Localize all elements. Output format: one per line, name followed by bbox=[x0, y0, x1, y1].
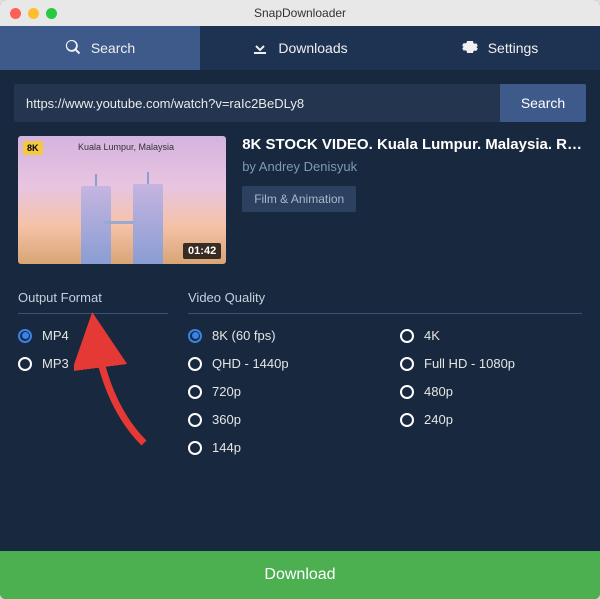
radio-icon bbox=[18, 357, 32, 371]
resolution-badge: 8K bbox=[23, 141, 43, 155]
tab-settings-label: Settings bbox=[488, 40, 539, 56]
quality-option[interactable]: 144p bbox=[188, 440, 370, 455]
minimize-icon[interactable] bbox=[28, 8, 39, 19]
radio-icon bbox=[18, 329, 32, 343]
format-header: Output Format bbox=[18, 290, 168, 314]
quality-option[interactable]: 4K bbox=[400, 328, 582, 343]
quality-option[interactable]: 720p bbox=[188, 384, 370, 399]
format-list: MP4 MP3 bbox=[18, 328, 168, 371]
app-title: SnapDownloader bbox=[0, 6, 600, 20]
quality-label: Full HD - 1080p bbox=[424, 356, 515, 371]
quality-col-1: 8K (60 fps) QHD - 1440p 720p 360p 144p bbox=[188, 328, 370, 455]
gear-icon bbox=[462, 39, 478, 58]
video-thumbnail[interactable]: 8K Kuala Lumpur, Malaysia 01:42 bbox=[18, 136, 226, 264]
quality-label: 4K bbox=[424, 328, 440, 343]
download-button[interactable]: Download bbox=[0, 551, 600, 599]
quality-label: 240p bbox=[424, 412, 453, 427]
quality-option[interactable]: QHD - 1440p bbox=[188, 356, 370, 371]
app-window: SnapDownloader Search Downloads Settings… bbox=[0, 0, 600, 599]
search-button[interactable]: Search bbox=[500, 84, 586, 122]
radio-icon bbox=[400, 329, 414, 343]
search-icon bbox=[65, 39, 81, 58]
quality-label: 720p bbox=[212, 384, 241, 399]
url-input[interactable] bbox=[14, 84, 500, 122]
options-panel: Output Format MP4 MP3 Video Quality 8K (6… bbox=[0, 276, 600, 455]
quality-label: 360p bbox=[212, 412, 241, 427]
radio-icon bbox=[188, 385, 202, 399]
quality-grid: 8K (60 fps) QHD - 1440p 720p 360p 144p 4K Ful… bbox=[188, 328, 582, 455]
window-controls bbox=[10, 8, 57, 19]
video-category[interactable]: Film & Animation bbox=[242, 186, 356, 212]
format-option[interactable]: MP4 bbox=[18, 328, 168, 343]
format-label: MP4 bbox=[42, 328, 69, 343]
titlebar: SnapDownloader bbox=[0, 0, 600, 26]
quality-label: 144p bbox=[212, 440, 241, 455]
tab-settings[interactable]: Settings bbox=[400, 26, 600, 70]
video-result: 8K Kuala Lumpur, Malaysia 01:42 8K STOCK… bbox=[0, 136, 600, 276]
quality-col-2: 4K Full HD - 1080p 480p 240p bbox=[400, 328, 582, 455]
output-format-section: Output Format MP4 MP3 bbox=[18, 290, 168, 455]
quality-option[interactable]: 480p bbox=[400, 384, 582, 399]
quality-option[interactable]: Full HD - 1080p bbox=[400, 356, 582, 371]
tab-downloads[interactable]: Downloads bbox=[200, 26, 400, 70]
quality-label: 8K (60 fps) bbox=[212, 328, 276, 343]
thumb-caption: Kuala Lumpur, Malaysia bbox=[78, 142, 174, 152]
quality-header: Video Quality bbox=[188, 290, 582, 314]
duration-badge: 01:42 bbox=[183, 243, 221, 259]
quality-label: QHD - 1440p bbox=[212, 356, 289, 371]
radio-icon bbox=[188, 329, 202, 343]
close-icon[interactable] bbox=[10, 8, 21, 19]
format-label: MP3 bbox=[42, 356, 69, 371]
radio-icon bbox=[400, 385, 414, 399]
video-meta: 8K STOCK VIDEO. Kuala Lumpur. Malaysia. … bbox=[242, 136, 582, 264]
video-author: by Andrey Denisyuk bbox=[242, 159, 582, 174]
radio-icon bbox=[188, 441, 202, 455]
tab-search-label: Search bbox=[91, 40, 135, 56]
radio-icon bbox=[188, 413, 202, 427]
quality-option[interactable]: 360p bbox=[188, 412, 370, 427]
quality-option[interactable]: 8K (60 fps) bbox=[188, 328, 370, 343]
tab-search[interactable]: Search bbox=[0, 26, 200, 70]
format-option[interactable]: MP3 bbox=[18, 356, 168, 371]
video-quality-section: Video Quality 8K (60 fps) QHD - 1440p 720p… bbox=[188, 290, 582, 455]
search-row: Search bbox=[14, 84, 586, 122]
quality-option[interactable]: 240p bbox=[400, 412, 582, 427]
radio-icon bbox=[400, 357, 414, 371]
tab-downloads-label: Downloads bbox=[278, 40, 347, 56]
radio-icon bbox=[400, 413, 414, 427]
video-title: 8K STOCK VIDEO. Kuala Lumpur. Malaysia. … bbox=[242, 136, 582, 153]
maximize-icon[interactable] bbox=[46, 8, 57, 19]
quality-label: 480p bbox=[424, 384, 453, 399]
download-icon bbox=[252, 39, 268, 58]
tab-bar: Search Downloads Settings bbox=[0, 26, 600, 70]
radio-icon bbox=[188, 357, 202, 371]
